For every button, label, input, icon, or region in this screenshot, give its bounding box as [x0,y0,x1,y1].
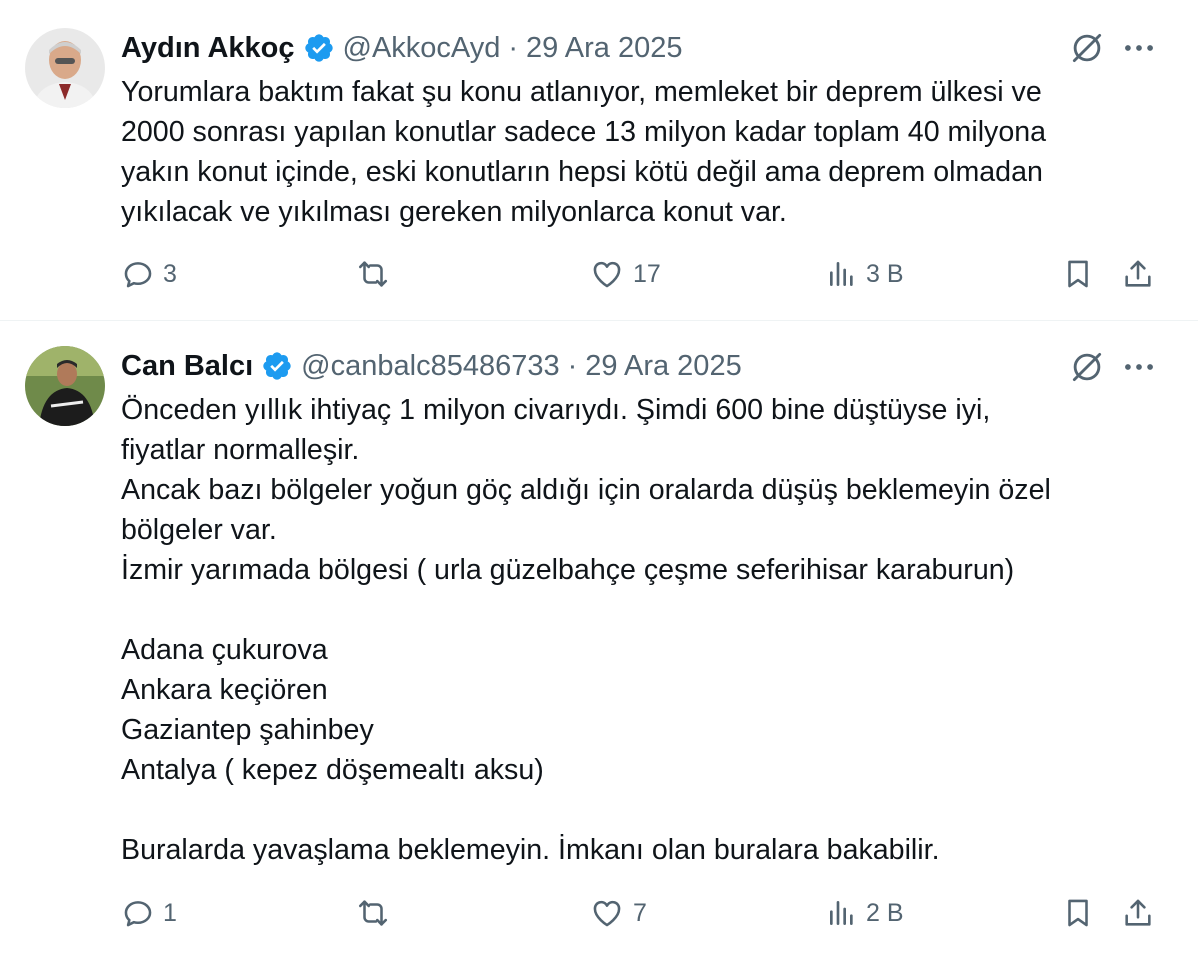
separator: · [567,349,578,382]
share-button[interactable] [1121,257,1155,291]
reply-button[interactable]: 3 [121,257,177,291]
reply-icon [124,901,152,927]
views-count: 2 B [866,898,904,927]
reply-count: 1 [163,898,177,927]
bookmark-button[interactable] [1061,257,1095,291]
avatar[interactable] [25,346,105,426]
bookmark-icon [1068,260,1088,288]
author-handle[interactable]: @AkkocAyd [343,32,501,65]
tweet-text-line [121,590,1161,630]
repost-button[interactable] [355,257,399,291]
like-button[interactable]: 17 [589,257,661,291]
share-icon [1125,899,1151,926]
views-count: 3 B [866,259,904,288]
author-name[interactable]: Can Balcı [121,350,253,383]
grok-icon[interactable] [1068,348,1106,386]
tweet-text-line: Buralarda yavaşlama beklemeyin. İmkanı o… [121,834,940,866]
tweet-text-line: Adana çukurova [121,634,328,666]
repost-button[interactable] [355,896,399,930]
views-button[interactable]: 2 B [826,896,904,930]
tweet-text: Önceden yıllık ihtiyaç 1 milyon civarıyd… [121,390,1161,870]
tweet-text-line: Antalya ( kepez döşemealtı aksu) [121,754,544,786]
tweet-date[interactable]: 29 Ara 2025 [526,32,682,65]
verified-badge-icon [263,352,291,380]
tweet-text-line: Ancak bazı bölgeler yoğun göç aldığı içi… [121,474,1051,506]
like-button[interactable]: 7 [589,896,647,930]
tweet-date[interactable]: 29 Ara 2025 [585,350,741,383]
tweet[interactable]: Can Balcı @canbalc85486733 · 29 Ara 2025… [0,321,1198,960]
share-icon [1125,260,1151,287]
tweet-header: Can Balcı @canbalc85486733 · 29 Ara 2025 [121,346,742,386]
like-icon [593,900,621,927]
tweet-text-line: yıkılacak ve yıkılması gereken milyonlar… [121,196,787,228]
verified-badge-icon [304,34,333,62]
tweet-text-line: bölgeler var. [121,514,277,546]
views-icon [830,901,853,925]
views-button[interactable]: 3 B [826,257,904,291]
tweet-text-line: Gaziantep şahinbey [121,714,374,746]
avatar[interactable] [25,28,105,108]
like-count: 17 [633,259,661,288]
tweet-text-line: Yorumlara baktım fakat şu konu atlanıyor… [121,76,1042,108]
tweet-text-line: Önceden yıllık ihtiyaç 1 milyon civarıyd… [121,394,991,426]
tweet-header: Aydın Akkoç @AkkocAyd · 29 Ara 2025 [121,28,682,68]
action-bar: 3 17 3 B [0,257,1198,297]
bookmark-icon [1068,899,1088,927]
tweet[interactable]: Aydın Akkoç @AkkocAyd · 29 Ara 2025 Yoru… [0,0,1198,321]
more-icon[interactable] [1120,29,1158,67]
tweet-text-line: yakın konut içinde, eski konutların heps… [121,156,1043,188]
tweet-text-line: İzmir yarımada bölgesi ( urla güzelbahçe… [121,554,1015,586]
author-name[interactable]: Aydın Akkoç [121,32,295,65]
views-icon [830,262,853,286]
like-icon [593,261,621,288]
author-handle[interactable]: @canbalc85486733 [301,350,559,383]
grok-icon[interactable] [1068,29,1106,67]
action-bar: 1 7 2 B [0,896,1198,936]
tweet-text: Yorumlara baktım fakat şu konu atlanıyor… [121,72,1161,232]
tweet-text-line: Ankara keçiören [121,674,328,706]
repost-icon [358,261,388,287]
reply-icon [124,262,152,288]
reply-count: 3 [163,259,177,288]
more-icon[interactable] [1120,348,1158,386]
tweet-text-line: 2000 sonrası yapılan konutlar sadece 13 … [121,116,1047,148]
repost-icon [358,900,388,926]
share-button[interactable] [1121,896,1155,930]
tweet-text-line [121,790,1161,830]
separator: · [508,31,519,64]
bookmark-button[interactable] [1061,896,1095,930]
like-count: 7 [633,898,647,927]
tweet-text-line: fiyatlar normalleşir. [121,434,360,466]
reply-button[interactable]: 1 [121,896,177,930]
